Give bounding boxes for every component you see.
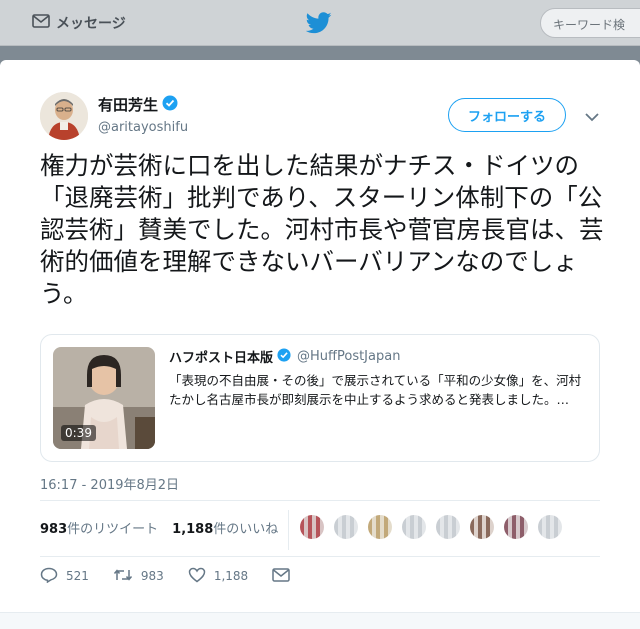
verified-badge-icon: [277, 347, 291, 366]
like-count: 1,188: [172, 522, 214, 537]
quoted-author-handle: @HuffPostJapan: [297, 349, 401, 364]
avatar[interactable]: [436, 515, 460, 539]
quoted-author-row: ハフポスト日本版 @HuffPostJapan: [169, 347, 400, 366]
verified-badge-icon: [162, 95, 178, 115]
like-button[interactable]: 1,188: [188, 567, 248, 586]
divider: [40, 500, 600, 501]
retweet-stat-label: 件のリツイート: [67, 522, 159, 537]
like-action-count: 1,188: [213, 569, 249, 583]
top-navigation: メッセージ キーワード検: [0, 0, 640, 46]
messages-label: メッセージ: [56, 16, 126, 32]
reply-icon: [40, 567, 58, 586]
avatar[interactable]: [40, 92, 88, 140]
search-input[interactable]: キーワード検: [540, 8, 640, 38]
retweet-stat[interactable]: 983件のリツイート: [40, 518, 158, 537]
tweet-timestamp[interactable]: 16:17 - 2019年8月2日: [40, 474, 179, 493]
like-stat-label: 件のいいね: [213, 522, 279, 537]
avatar[interactable]: [538, 515, 562, 539]
quoted-author-name: ハフポスト日本版: [169, 351, 274, 366]
retweet-button[interactable]: 983: [113, 567, 164, 586]
search-placeholder: キーワード検: [553, 18, 626, 32]
avatar[interactable]: [470, 515, 494, 539]
tweet-actions: 521 983 1,188: [40, 566, 320, 586]
envelope-icon: [272, 567, 290, 585]
envelope-icon: [32, 14, 50, 32]
direct-message-button[interactable]: [272, 567, 290, 585]
twitter-bird-icon[interactable]: [305, 12, 332, 34]
avatar[interactable]: [368, 515, 392, 539]
retweet-icon: [113, 567, 133, 586]
retweet-action-count: 983: [140, 569, 164, 583]
quoted-video-thumbnail[interactable]: 0:39: [53, 347, 155, 449]
tweet-text: 権力が芸術に口を出した結果がナチス・ドイツの「退廃芸術」批判であり、スターリン体…: [40, 151, 604, 308]
engagement-stats: 983件のリツイート 1,188件のいいね: [40, 518, 278, 537]
heart-icon: [188, 567, 206, 586]
follow-button[interactable]: フォローする: [448, 98, 566, 132]
reply-count: 521: [66, 569, 89, 583]
author-name: 有田芳生: [98, 96, 159, 114]
like-stat[interactable]: 1,188件のいいね: [172, 518, 278, 537]
divider: [288, 510, 289, 550]
tweet-card: 有田芳生 @aritayoshifu フォローする 権力が芸術に口を出した結果が…: [0, 60, 640, 629]
reply-button[interactable]: 521: [40, 567, 89, 586]
author-name-row[interactable]: 有田芳生: [98, 94, 178, 115]
quoted-tweet-text: 「表現の不自由展・その後」で展示されている「平和の少女像」を、河村たかし名古屋市…: [169, 373, 582, 407]
avatar[interactable]: [402, 515, 426, 539]
author-handle[interactable]: @aritayoshifu: [98, 120, 188, 135]
reply-area-strip: [0, 612, 640, 629]
divider: [40, 556, 600, 557]
video-duration: 0:39: [61, 425, 96, 441]
retweet-count: 983: [40, 522, 68, 537]
avatar[interactable]: [504, 515, 528, 539]
messages-nav-item[interactable]: メッセージ: [32, 12, 126, 34]
avatar[interactable]: [300, 515, 324, 539]
chevron-down-icon[interactable]: [584, 108, 600, 122]
liker-avatars: [300, 515, 600, 545]
avatar[interactable]: [334, 515, 358, 539]
quoted-tweet[interactable]: 0:39 ハフポスト日本版 @HuffPostJapan 「表現の不自由展・その…: [40, 334, 600, 462]
